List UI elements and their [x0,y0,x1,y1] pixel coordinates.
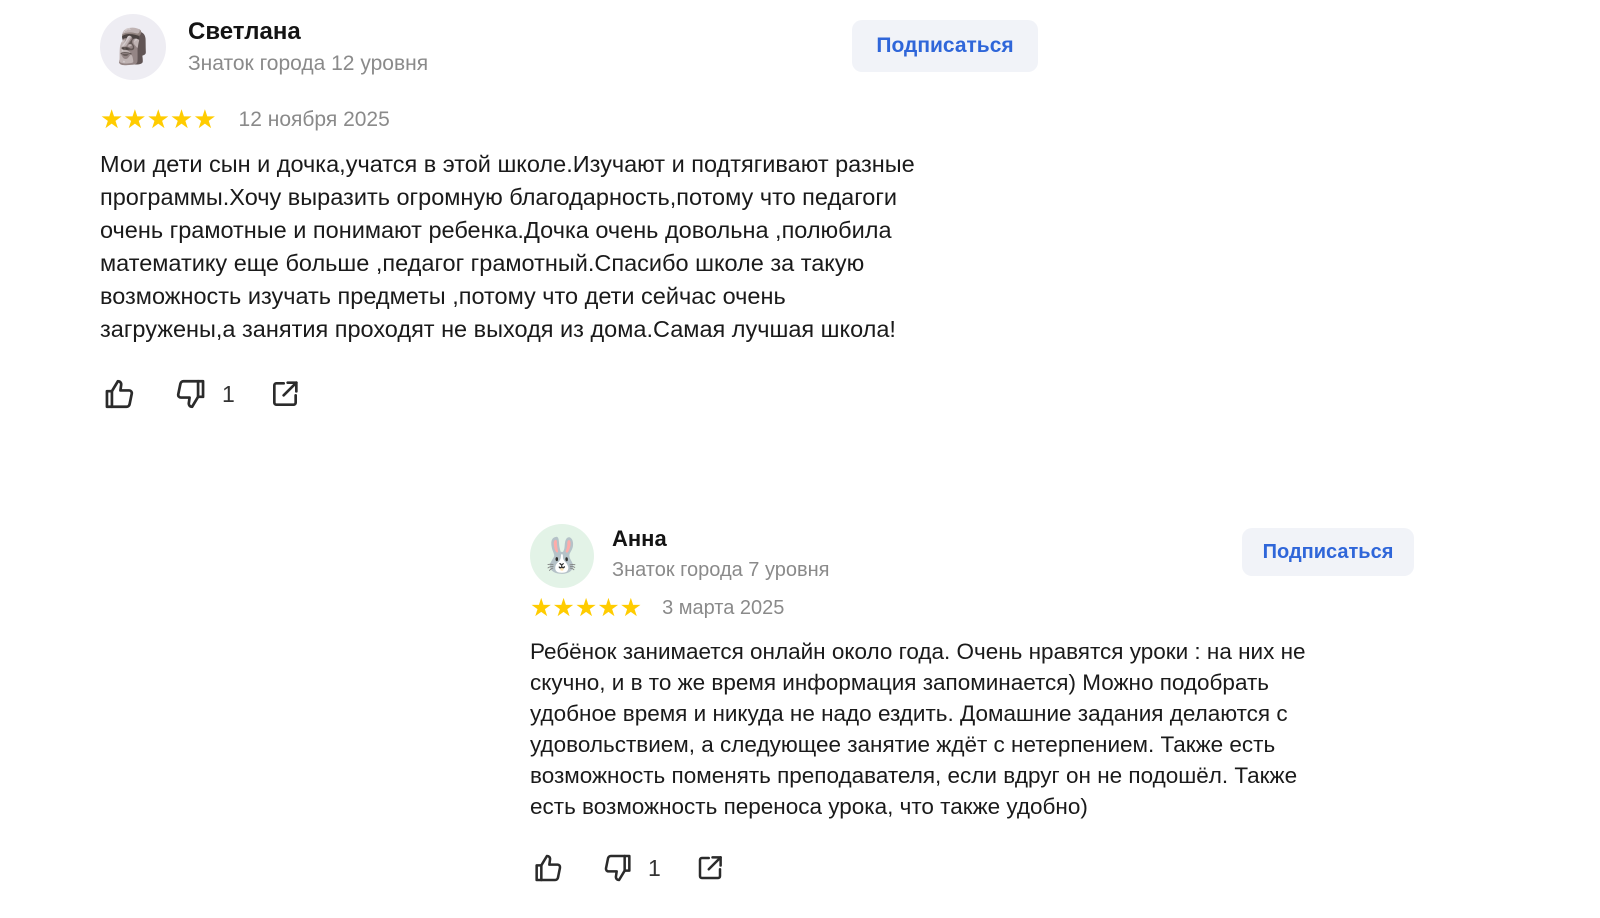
review-header: 🗿 Светлана Знаток города 12 уровня Подпи… [100,12,1040,84]
avatar[interactable]: 🗿 [100,14,166,80]
review-date: 3 марта 2025 [662,596,785,619]
share-button[interactable] [269,378,301,410]
rating-stars: ★★★★★ [100,105,217,135]
review-text: Мои дети сын и дочка,учатся в этой школе… [100,151,915,342]
review-actions: 1 [100,374,1040,414]
thumbs-up-icon [105,379,134,409]
review-date: 12 ноября 2025 [238,108,390,131]
avatar[interactable]: 🐰 [530,524,594,588]
review-header: 🐰 Анна Знаток города 7 уровня Подписатьс… [530,516,1420,588]
thumbs-down-icon [176,379,205,409]
rating-stars: ★★★★★ [530,593,643,622]
dislike-count: 1 [222,380,235,407]
like-button[interactable] [102,377,136,411]
review-meta: ★★★★★ 12 ноября 2025 [100,106,1040,134]
author-level: Знаток города 12 уровня [188,52,429,75]
subscribe-button[interactable]: Подписаться [852,20,1038,72]
thumbs-up-icon [535,854,562,882]
like-button[interactable] [532,852,564,884]
dislike-count: 1 [648,854,661,881]
author-name[interactable]: Анна [612,526,667,552]
review-card: 🗿 Светлана Знаток города 12 уровня Подпи… [100,12,1040,414]
review-meta: ★★★★★ 3 марта 2025 [530,594,1420,622]
rabbit-icon: 🐰 [540,536,584,576]
review-card: 🐰 Анна Знаток города 7 уровня Подписатьс… [530,516,1420,888]
review-actions: 1 [530,848,1420,888]
subscribe-button[interactable]: Подписаться [1242,528,1414,576]
thumbs-down-icon [604,854,631,882]
dislike-button[interactable]: 1 [174,377,235,411]
share-icon [698,856,722,880]
share-button[interactable] [695,853,725,883]
moai-icon: 🗿 [111,27,155,67]
author-name[interactable]: Светлана [188,18,301,46]
review-text: Ребёнок занимается онлайн около года. Оч… [530,639,1306,819]
author-level: Знаток города 7 уровня [612,559,830,581]
share-icon [272,381,298,406]
dislike-button[interactable]: 1 [602,852,661,884]
